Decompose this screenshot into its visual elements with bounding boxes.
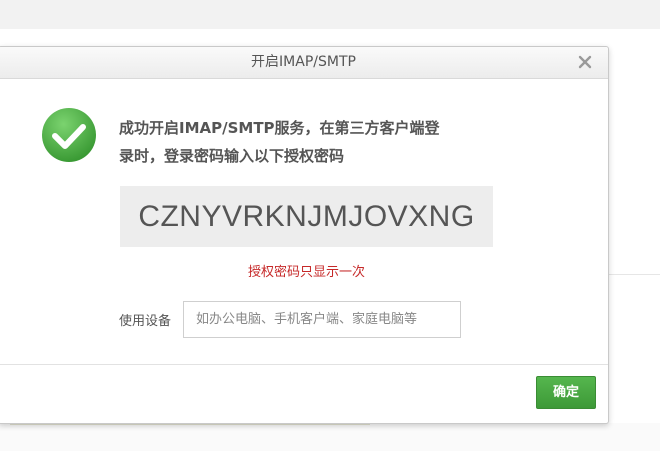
footer-divider: [0, 364, 608, 365]
confirm-button[interactable]: 确定: [536, 376, 596, 409]
imap-smtp-dialog: 开启IMAP/SMTP 成功开启IMAP/SMTP服务，在第三方客户端登 录时，…: [0, 46, 609, 424]
success-check-icon: [41, 107, 97, 163]
success-message-line1: 成功开启IMAP/SMTP服务，在第三方客户端登: [119, 119, 440, 137]
background-divider: [607, 274, 660, 275]
dialog-title: 开启IMAP/SMTP: [251, 54, 356, 70]
background-bottom-area: [0, 423, 660, 451]
background-bottom-line: [10, 424, 370, 425]
close-icon[interactable]: [577, 54, 593, 70]
auth-code: CZNYVRKNJMJOVXNG: [138, 200, 475, 233]
success-message: 成功开启IMAP/SMTP服务，在第三方客户端登 录时，登录密码输入以下授权密码: [119, 114, 499, 170]
success-message-line2: 录时，登录密码输入以下授权密码: [119, 147, 345, 165]
background-top-bar: [0, 0, 660, 29]
dialog-titlebar: 开启IMAP/SMTP: [0, 47, 608, 79]
device-label: 使用设备: [119, 314, 172, 329]
background-page-area: [607, 29, 660, 274]
device-input[interactable]: [183, 301, 461, 338]
auth-code-notice: 授权密码只显示一次: [247, 265, 365, 280]
auth-code-box: CZNYVRKNJMJOVXNG: [120, 186, 493, 247]
